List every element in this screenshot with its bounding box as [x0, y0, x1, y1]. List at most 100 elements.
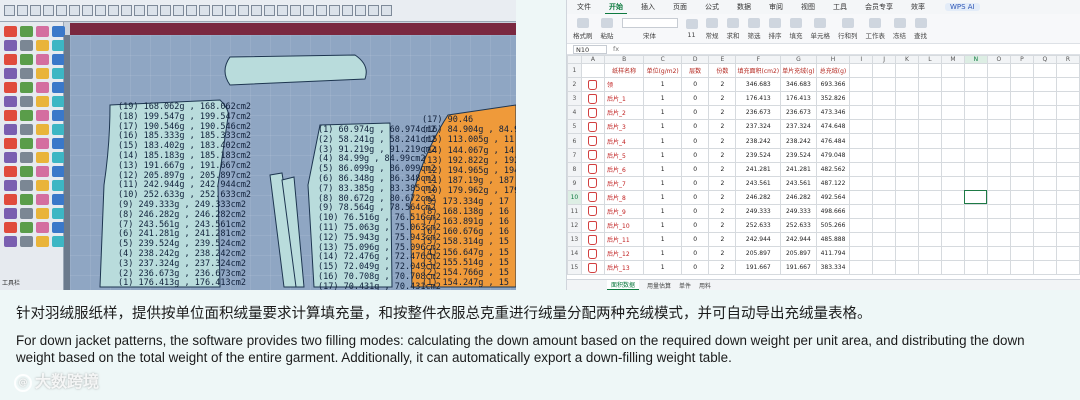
- cell[interactable]: [940, 161, 965, 177]
- cell[interactable]: [872, 161, 897, 177]
- ribbon-button[interactable]: 排序: [769, 17, 782, 40]
- cell[interactable]: [940, 133, 965, 149]
- cell[interactable]: [1055, 133, 1080, 149]
- cell[interactable]: [940, 147, 965, 163]
- cell[interactable]: [849, 203, 874, 220]
- menu-tab[interactable]: 文件: [573, 1, 595, 13]
- toolbar-tool-icon[interactable]: [82, 5, 93, 16]
- cell[interactable]: [1009, 91, 1034, 107]
- single-down-cell[interactable]: 191.667: [780, 260, 817, 276]
- cell[interactable]: [963, 246, 988, 262]
- cell[interactable]: [1032, 260, 1057, 276]
- palette-tool-icon[interactable]: [20, 110, 33, 121]
- total-down-cell[interactable]: 476.484: [815, 133, 851, 149]
- cell[interactable]: [986, 62, 1011, 79]
- palette-tool-icon[interactable]: [4, 152, 17, 163]
- column-header[interactable]: F: [735, 55, 782, 64]
- pattern-name-cell[interactable]: 后片_1: [604, 91, 645, 107]
- pattern-name-cell[interactable]: 后片_8: [604, 189, 645, 205]
- cell[interactable]: [963, 147, 988, 163]
- area-cell[interactable]: 252.633: [735, 218, 782, 234]
- toolbar-tool-icon[interactable]: [173, 5, 184, 16]
- toolbar-tool-icon[interactable]: [238, 5, 249, 16]
- row-header[interactable]: 2: [567, 77, 582, 93]
- cell[interactable]: [940, 260, 965, 276]
- cell[interactable]: [940, 175, 965, 191]
- pattern-thumbnail-cell[interactable]: [580, 91, 606, 107]
- column-header[interactable]: O: [986, 55, 1011, 64]
- copies-cell[interactable]: 2: [708, 218, 737, 234]
- menu-tab[interactable]: 数据: [733, 1, 755, 13]
- pattern-thumbnail-cell[interactable]: [580, 218, 606, 234]
- cell[interactable]: [849, 77, 874, 93]
- pattern-thumbnail-cell[interactable]: [580, 189, 606, 205]
- cell[interactable]: [1009, 119, 1034, 135]
- cell[interactable]: [986, 147, 1011, 163]
- palette-tool-icon[interactable]: [36, 166, 49, 177]
- toolbar-tool-icon[interactable]: [4, 5, 15, 16]
- cell[interactable]: [872, 62, 897, 79]
- cell[interactable]: [963, 119, 988, 135]
- area-cell[interactable]: 205.897: [735, 246, 782, 262]
- unit-cell[interactable]: 1: [643, 189, 683, 205]
- cell[interactable]: [872, 119, 897, 135]
- toolbar-tool-icon[interactable]: [160, 5, 171, 16]
- cell[interactable]: [1055, 218, 1080, 234]
- total-down-cell[interactable]: 492.564: [815, 189, 851, 205]
- layer-cell[interactable]: 0: [681, 175, 710, 191]
- row-header[interactable]: 9: [567, 175, 582, 191]
- cell-grid[interactable]: A B C D E F G H I J K L M N O P Q R 1 纸样名称 单位(g/m2) 层数 份数 填充面积(…: [567, 55, 1080, 276]
- ribbon-button[interactable]: 筛选: [748, 17, 761, 40]
- cell[interactable]: [872, 246, 897, 262]
- palette-tool-icon[interactable]: [20, 208, 33, 219]
- palette-tool-icon[interactable]: [36, 54, 49, 65]
- cell[interactable]: [895, 91, 919, 107]
- palette-tool-icon[interactable]: [20, 68, 33, 79]
- cell[interactable]: [1009, 189, 1034, 205]
- palette-tool-icon[interactable]: [36, 26, 49, 37]
- cell[interactable]: [849, 119, 874, 135]
- row-header[interactable]: 4: [567, 105, 582, 121]
- area-cell[interactable]: 242.944: [735, 232, 782, 248]
- pattern-name-cell[interactable]: 后片_2: [604, 105, 645, 121]
- toolbar-tool-icon[interactable]: [17, 5, 28, 16]
- sheet-tab[interactable]: 面积数据: [607, 280, 640, 290]
- cell[interactable]: [895, 133, 919, 149]
- cell[interactable]: [917, 232, 942, 248]
- area-cell[interactable]: 176.413: [735, 91, 782, 107]
- pattern-name-cell[interactable]: 后片_5: [604, 147, 645, 163]
- cell[interactable]: [1032, 91, 1057, 107]
- palette-tool-icon[interactable]: [36, 124, 49, 135]
- cell[interactable]: [1055, 203, 1080, 220]
- pattern-thumbnail-cell[interactable]: [580, 161, 606, 177]
- layer-cell[interactable]: 0: [681, 218, 710, 234]
- cell[interactable]: [895, 246, 919, 262]
- toolbar-tool-icon[interactable]: [95, 5, 106, 16]
- menu-tab[interactable]: 会员专享: [861, 1, 897, 13]
- palette-tool-icon[interactable]: [4, 194, 17, 205]
- collar-piece[interactable]: [224, 54, 367, 86]
- cell[interactable]: [895, 189, 919, 205]
- table-header-cell[interactable]: 层数: [681, 62, 710, 79]
- cell[interactable]: [1055, 232, 1080, 248]
- palette-tool-icon[interactable]: [36, 96, 49, 107]
- cell[interactable]: [872, 175, 897, 191]
- cell[interactable]: [940, 119, 965, 135]
- pattern-name-cell[interactable]: 后片_4: [604, 133, 645, 149]
- total-down-cell[interactable]: 411.794: [815, 246, 851, 262]
- palette-tool-icon[interactable]: [4, 26, 17, 37]
- cell[interactable]: [986, 218, 1011, 234]
- cell[interactable]: [849, 133, 874, 149]
- table-header-cell[interactable]: 份数: [708, 62, 737, 79]
- toolbar-tool-icon[interactable]: [303, 5, 314, 16]
- ribbon-button[interactable]: 粘贴: [601, 17, 614, 40]
- cell[interactable]: [1009, 133, 1034, 149]
- cell[interactable]: [1009, 175, 1034, 191]
- menu-tab[interactable]: 插入: [637, 1, 659, 13]
- cell[interactable]: [917, 203, 942, 220]
- layer-cell[interactable]: 0: [681, 119, 710, 135]
- wps-ai-button[interactable]: WPS AI: [945, 3, 980, 11]
- copies-cell[interactable]: 2: [708, 189, 737, 205]
- cell[interactable]: [986, 260, 1011, 276]
- cell[interactable]: [872, 91, 897, 107]
